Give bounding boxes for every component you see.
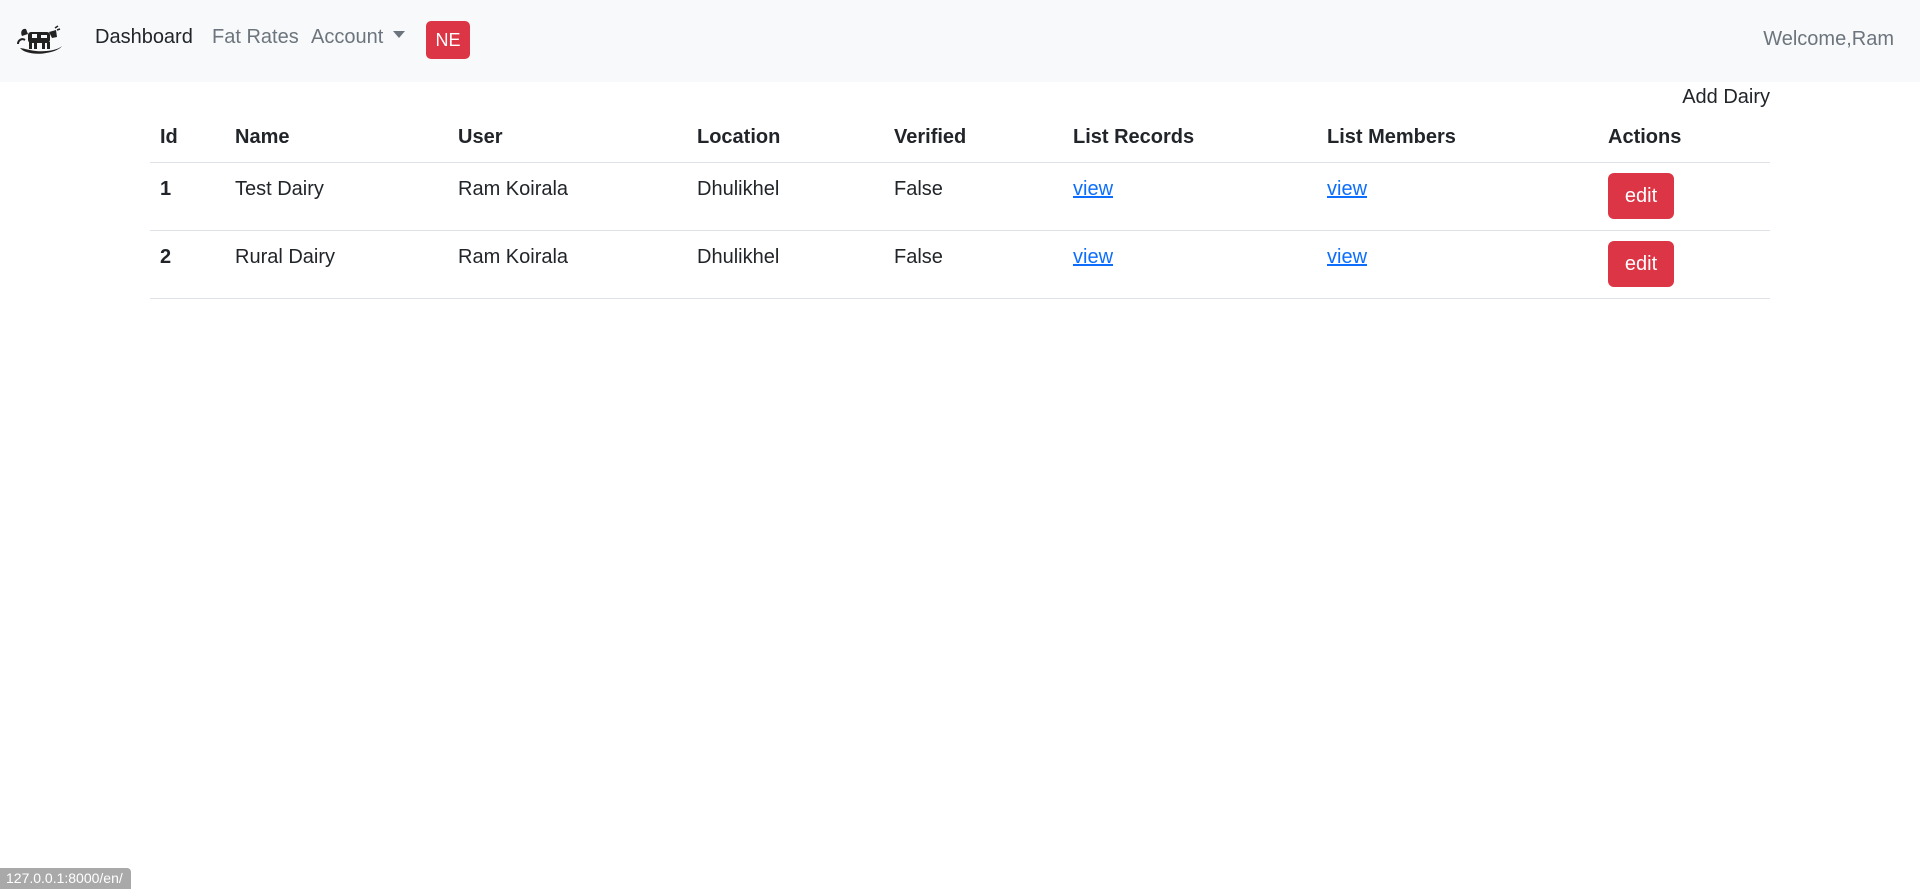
cell-location-text: Dhulikhel	[697, 245, 780, 268]
cell-user-text: Ram Koirala	[458, 177, 569, 200]
add-dairy-link[interactable]: Add Dairy	[1682, 86, 1770, 109]
cell-user: Ram Koirala	[448, 230, 687, 299]
cell-list-records: view	[1063, 162, 1317, 231]
column-header-name: Name	[225, 118, 448, 163]
language-toggle-button[interactable]: NE	[426, 21, 470, 59]
cell-location-text: Dhulikhel	[697, 177, 780, 200]
view-members-link[interactable]: view	[1327, 178, 1367, 200]
cell-actions: edit	[1598, 230, 1770, 299]
table-row: 1 Test Dairy Ram Koirala Dhulikhel False…	[150, 162, 1770, 231]
nav-dropdown-account-label: Account	[311, 26, 384, 48]
cow-logo-icon[interactable]	[16, 22, 64, 58]
view-records-link[interactable]: view	[1073, 246, 1113, 268]
nav-link-dashboard[interactable]: Dashboard	[95, 24, 193, 50]
column-header-verified: Verified	[884, 118, 1063, 163]
cell-user: Ram Koirala	[448, 162, 687, 231]
nav-link-fat-rates[interactable]: Fat Rates	[212, 24, 299, 50]
view-records-link[interactable]: view	[1073, 178, 1113, 200]
column-header-list-members: List Members	[1317, 118, 1598, 163]
cell-user-text: Ram Koirala	[458, 245, 569, 268]
cell-verified: False	[884, 230, 1063, 299]
cell-id: 1	[150, 162, 225, 231]
cell-list-members: view	[1317, 162, 1598, 231]
cell-verified-text: False	[894, 245, 943, 268]
cell-verified-text: False	[894, 177, 943, 200]
cell-name: Test Dairy	[225, 162, 448, 231]
cell-list-members: view	[1317, 230, 1598, 299]
nav-dropdown-account[interactable]: Account	[311, 24, 406, 50]
column-header-location: Location	[687, 118, 884, 163]
cell-location: Dhulikhel	[687, 230, 884, 299]
cell-name: Rural Dairy	[225, 230, 448, 299]
status-bar-url: 127.0.0.1:8000/en/	[0, 868, 131, 889]
column-header-id: Id	[150, 118, 225, 163]
view-members-link[interactable]: view	[1327, 246, 1367, 268]
cell-id-text: 1	[160, 177, 172, 200]
column-header-user: User	[448, 118, 687, 163]
cell-name-text: Test Dairy	[235, 177, 324, 200]
cell-id-text: 2	[160, 245, 172, 268]
column-header-list-records: List Records	[1063, 118, 1317, 163]
edit-button[interactable]: edit	[1608, 241, 1674, 287]
table-header-row: Id Name User Location Verified List Reco…	[150, 118, 1770, 163]
dairy-table: Id Name User Location Verified List Reco…	[150, 118, 1770, 299]
welcome-text: Welcome,Ram	[1763, 28, 1894, 50]
top-navbar: Dashboard Fat Rates Account NE Welcome,R…	[0, 0, 1920, 82]
caret-down-icon	[393, 31, 406, 39]
cell-id: 2	[150, 230, 225, 299]
edit-button[interactable]: edit	[1608, 173, 1674, 219]
cell-actions: edit	[1598, 162, 1770, 231]
column-header-actions: Actions	[1598, 118, 1770, 163]
table-row: 2 Rural Dairy Ram Koirala Dhulikhel Fals…	[150, 230, 1770, 299]
cell-list-records: view	[1063, 230, 1317, 299]
cell-location: Dhulikhel	[687, 162, 884, 231]
cell-verified: False	[884, 162, 1063, 231]
cell-name-text: Rural Dairy	[235, 245, 336, 268]
